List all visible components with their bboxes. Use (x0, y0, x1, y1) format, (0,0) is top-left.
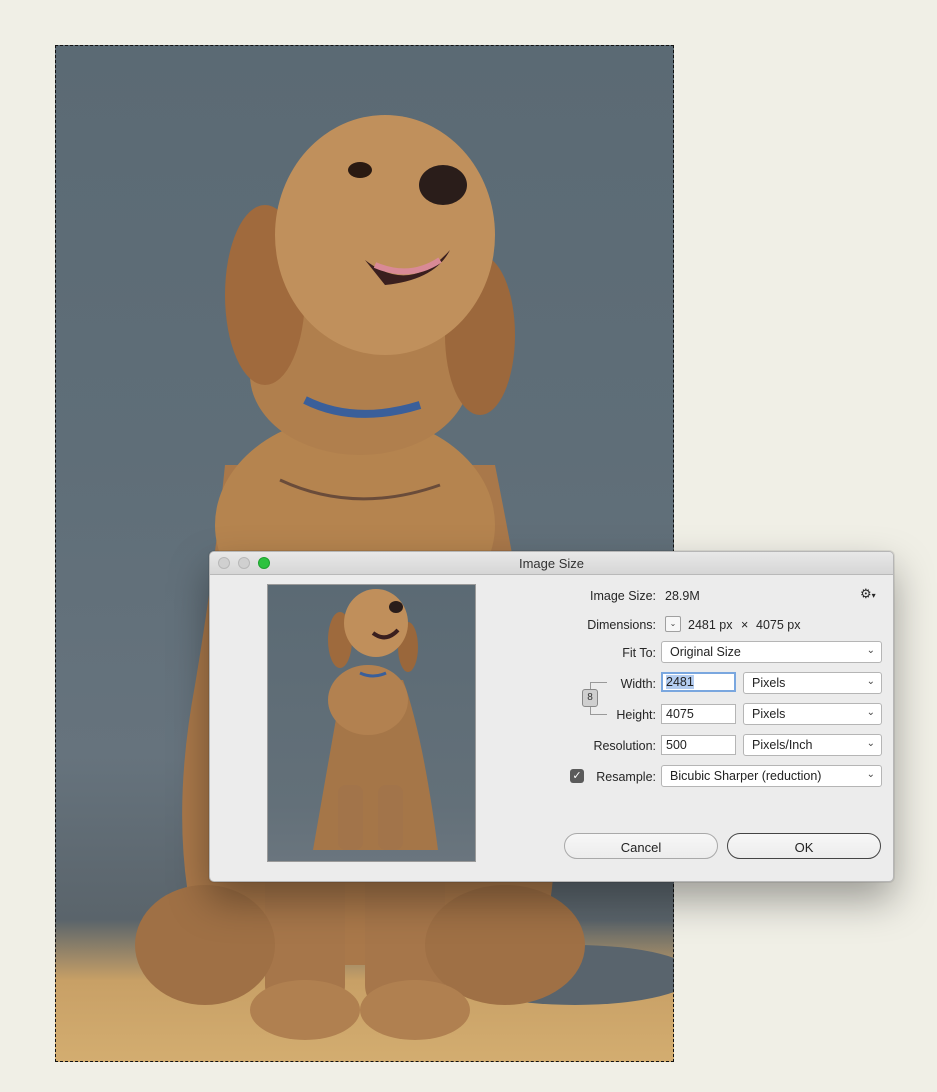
resolution-unit-value: Pixels/Inch (752, 738, 813, 752)
dialog-titlebar[interactable]: Image Size (210, 552, 893, 575)
resample-value: Bicubic Sharper (reduction) (670, 769, 822, 783)
resolution-label: Resolution: (593, 739, 656, 753)
chevron-down-icon: ⌄ (866, 645, 875, 656)
image-size-value: 28.9M (665, 589, 700, 603)
chevron-down-icon: ⌄ (866, 738, 875, 749)
ok-button[interactable]: OK (727, 833, 881, 859)
width-label: Width: (620, 677, 656, 691)
dialog-title: Image Size (518, 556, 585, 571)
width-value: 2481 (666, 675, 694, 689)
fit-to-value: Original Size (670, 645, 741, 659)
dimensions-times: × (741, 618, 749, 632)
height-label: Height: (616, 708, 656, 722)
height-unit-value: Pixels (752, 707, 786, 721)
dimensions-label: Dimensions: (587, 618, 656, 632)
image-preview[interactable] (267, 584, 476, 862)
chevron-down-icon: ⌄ (866, 707, 875, 718)
gear-icon[interactable]: ⚙▾ (860, 586, 876, 602)
chevron-down-icon: ⌄ (866, 769, 875, 780)
resample-checkbox[interactable]: ✓ (570, 769, 584, 783)
checkmark-icon: ✓ (572, 770, 582, 782)
image-size-dialog: Image Size Image Size: 28.9M ⚙▾ Dimensio… (209, 551, 894, 882)
height-unit-select[interactable]: Pixels ⌄ (743, 703, 882, 725)
chain-link-icon[interactable]: 8 (582, 689, 598, 707)
dimensions-height: 4075 px (756, 618, 801, 632)
width-input[interactable]: 2481 (661, 672, 736, 692)
fit-to-label: Fit To: (622, 646, 656, 660)
resample-label: Resample: (596, 770, 656, 784)
cancel-button[interactable]: Cancel (564, 833, 718, 859)
resolution-input[interactable]: 500 (661, 735, 736, 755)
dimensions-width: 2481 px (688, 618, 733, 632)
resolution-unit-select[interactable]: Pixels/Inch ⌄ (743, 734, 882, 756)
fit-to-select[interactable]: Original Size ⌄ (661, 641, 882, 663)
preview-dog-thumbnail (313, 589, 438, 850)
chevron-down-icon: ⌄ (669, 619, 677, 628)
chevron-down-icon: ⌄ (866, 676, 875, 687)
dimensions-unit-button[interactable]: ⌄ (665, 616, 681, 632)
width-unit-select[interactable]: Pixels ⌄ (743, 672, 882, 694)
width-unit-value: Pixels (752, 676, 786, 690)
height-input[interactable]: 4075 (661, 704, 736, 724)
image-size-label: Image Size: (589, 589, 656, 603)
resample-select[interactable]: Bicubic Sharper (reduction) ⌄ (661, 765, 882, 787)
